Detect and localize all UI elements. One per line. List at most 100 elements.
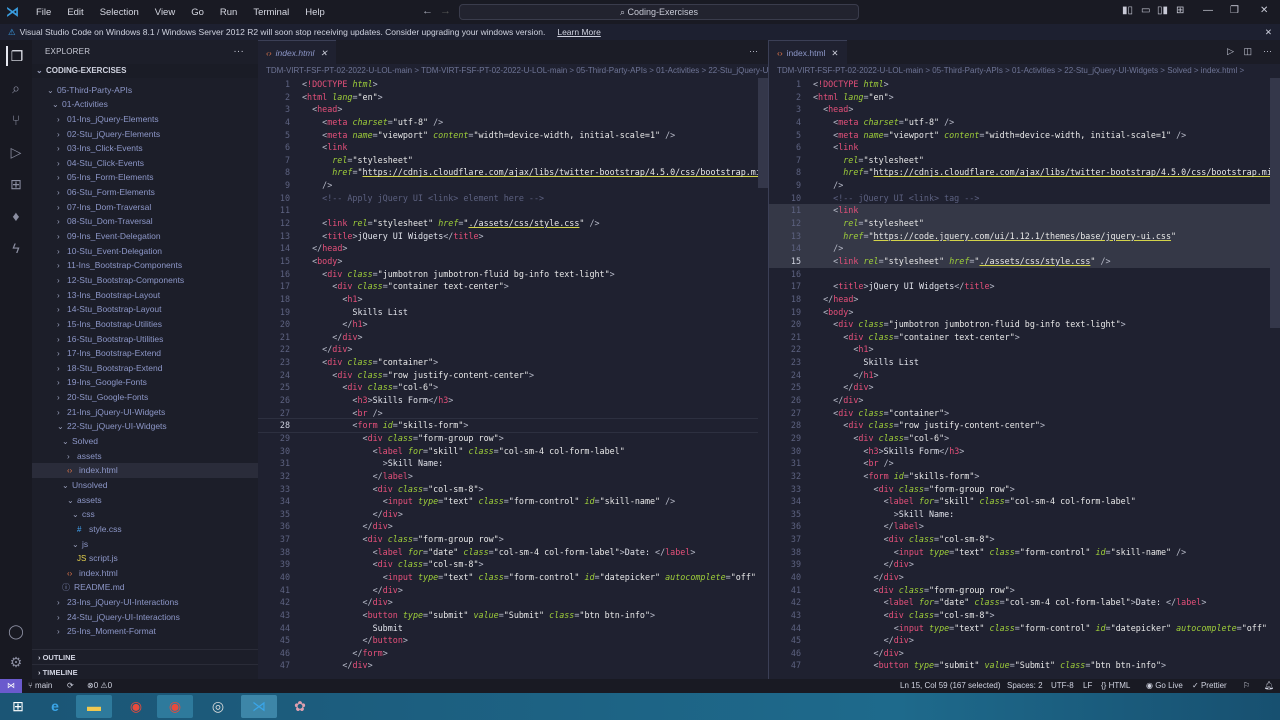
editor-more-button[interactable]: ··· [1263, 46, 1272, 56]
code-line[interactable]: 2 <html lang="en"> [769, 91, 1280, 104]
code-line[interactable]: 33 <div class="form-group row"> [769, 483, 1280, 496]
vscode-taskbar-icon[interactable]: ⋊ [241, 695, 277, 718]
code-line[interactable]: 21 <div class="container text-center"> [769, 331, 1280, 344]
tree-item[interactable]: › 07-Ins_Dom-Traversal [32, 200, 258, 215]
breadcrumb[interactable]: TDM-VIRT-FSF-PT-02-2022-U-LOL-main > 05-… [769, 64, 1280, 78]
code-line[interactable]: 12 rel="stylesheet" [769, 217, 1280, 230]
code-line[interactable]: 23 Skills List [769, 356, 1280, 369]
outline-section[interactable]: › OUTLINE [32, 649, 258, 664]
scrollbar[interactable] [1270, 78, 1280, 679]
tree-item[interactable]: ⌄ 05-Third-Party-APIs [32, 83, 258, 98]
breadcrumb[interactable]: TDM-VIRT-FSF-PT-02-2022-U-LOL-main > TDM… [258, 64, 768, 78]
problems-indicator[interactable]: ⊗0 ⚠0 [87, 679, 112, 693]
code-line[interactable]: 18 </head> [769, 293, 1280, 306]
code-line[interactable]: 14 </head> [258, 242, 768, 255]
code-line[interactable]: 4 <meta charset="utf-8" /> [258, 116, 768, 129]
toggle-sidebar-icon[interactable]: ▮▯ [1122, 5, 1133, 16]
sync-icon[interactable]: ⟳ [67, 679, 74, 693]
remote-icon[interactable]: ⋈ [0, 679, 22, 693]
code-line[interactable]: 47 <button type="submit" value="Submit" … [769, 659, 1280, 672]
code-line[interactable]: 15 <link rel="stylesheet" href="./assets… [769, 254, 1280, 268]
code-line[interactable]: 33 <div class="col-sm-8"> [258, 483, 768, 496]
explorer-icon[interactable]: ❐ [6, 46, 26, 66]
toggle-panel-icon[interactable]: ▭ [1141, 5, 1150, 16]
code-line[interactable]: 31 >Skill Name: [258, 457, 768, 470]
tree-item[interactable]: › 10-Stu_Event-Delegation [32, 244, 258, 259]
code-line[interactable]: 24 <div class="row justify-content-cente… [258, 369, 768, 382]
tree-item[interactable]: ⌄ assets [32, 493, 258, 508]
menu-help[interactable]: Help [297, 7, 333, 18]
code-line[interactable]: 3 <head> [769, 103, 1280, 116]
tree-item[interactable]: # style.css [32, 522, 258, 537]
code-line[interactable]: 8 href="https://cdnjs.cloudflare.com/aja… [258, 166, 768, 179]
code-line[interactable]: 38 <input type="text" class="form-contro… [769, 546, 1280, 559]
scrollbar[interactable] [758, 78, 768, 679]
code-line[interactable]: 20 <div class="jumbotron jumbotron-fluid… [769, 318, 1280, 331]
code-line[interactable]: 21 </div> [258, 331, 768, 344]
indentation[interactable]: Spaces: 2 [1007, 679, 1043, 693]
code-area[interactable]: 1 <!DOCTYPE html> 2 <html lang="en"> 3 <head… [769, 78, 1280, 679]
editor-more-button[interactable]: ··· [749, 46, 758, 56]
tree-item[interactable]: › 08-Stu_Dom-Traversal [32, 214, 258, 229]
menu-terminal[interactable]: Terminal [245, 7, 297, 18]
timeline-section[interactable]: › TIMELINE [32, 664, 258, 679]
tree-item[interactable]: › assets [32, 449, 258, 464]
code-line[interactable]: 16 <div class="jumbotron jumbotron-fluid… [258, 268, 768, 281]
code-line[interactable]: 9 /> [769, 179, 1280, 192]
code-line[interactable]: 17 <div class="container text-center"> [258, 280, 768, 293]
obs-icon[interactable]: ◎ [200, 695, 236, 718]
code-line[interactable]: 30 <label for="skill" class="col-sm-4 co… [258, 445, 768, 458]
code-line[interactable]: 10 <!-- Apply jQuery UI <link> element h… [258, 192, 768, 205]
scrollbar-thumb[interactable] [1270, 78, 1280, 328]
code-line[interactable]: 41 </div> [258, 584, 768, 597]
tree-item[interactable]: › 17-Ins_Bootstrap-Extend [32, 346, 258, 361]
code-line[interactable]: 43 <div class="col-sm-8"> [769, 609, 1280, 622]
chrome-icon[interactable]: ◉ [118, 695, 154, 718]
code-line[interactable]: 45 </div> [769, 634, 1280, 647]
code-line[interactable]: 20 </h1> [258, 318, 768, 331]
code-line[interactable]: 35 </div> [258, 508, 768, 521]
tree-item[interactable]: ⓘ README.md [32, 580, 258, 595]
tree-item[interactable]: › 02-Stu_jQuery-Elements [32, 127, 258, 142]
close-window-icon[interactable]: ✕ [1260, 5, 1268, 16]
tree-item[interactable]: › 09-Ins_Event-Delegation [32, 229, 258, 244]
tree-item[interactable]: › 20-Stu_Google-Fonts [32, 390, 258, 405]
code-line[interactable]: 39 </div> [769, 558, 1280, 571]
menu-edit[interactable]: Edit [59, 7, 91, 18]
tree-item[interactable]: ‹› index.html [32, 463, 258, 478]
code-line[interactable]: 32 </label> [258, 470, 768, 483]
tree-item[interactable]: ⌄ css [32, 507, 258, 522]
restore-icon[interactable]: ❐ [1230, 5, 1239, 16]
tree-item[interactable]: JS script.js [32, 551, 258, 566]
tree-item[interactable]: › 06-Stu_Form-Elements [32, 185, 258, 200]
code-line[interactable]: 13 href="https://code.jquery.com/ui/1.12… [769, 229, 1280, 243]
code-line[interactable]: 22 </div> [258, 343, 768, 356]
toggle-secondary-sidebar-icon[interactable]: ▯▮ [1157, 5, 1168, 16]
code-line[interactable]: 11 <link [769, 204, 1280, 218]
code-line[interactable]: 47 </div> [258, 659, 768, 672]
code-line[interactable]: 34 <label for="skill" class="col-sm-4 co… [769, 495, 1280, 508]
code-line[interactable]: 6 <link [769, 141, 1280, 154]
code-line[interactable]: 1 <!DOCTYPE html> [769, 78, 1280, 91]
menu-selection[interactable]: Selection [92, 7, 147, 18]
tab-index-html[interactable]: ‹› index.html ✕ [769, 40, 847, 64]
code-line[interactable]: 10 <!-- jQuery UI <link> tag --> [769, 192, 1280, 205]
command-center-search[interactable]: ⌕ Coding-Exercises [459, 4, 859, 20]
code-line[interactable]: 38 <label for="date" class="col-sm-4 col… [258, 546, 768, 559]
forward-arrow-icon[interactable]: → [440, 5, 451, 17]
run-icon[interactable]: ▷ [1227, 46, 1234, 57]
tree-item[interactable]: › 25-Ins_Moment-Format [32, 624, 258, 639]
code-line[interactable]: 7 rel="stylesheet" [769, 154, 1280, 167]
code-area[interactable]: 1 <!DOCTYPE html> 2 <html lang="en"> 3 <head… [258, 78, 768, 679]
tree-item[interactable]: › 19-Ins_Google-Fonts [32, 375, 258, 390]
code-line[interactable]: 27 <br /> [258, 407, 768, 420]
code-line[interactable]: 19 <body> [769, 306, 1280, 319]
code-line[interactable]: 43 <button type="submit" value="Submit" … [258, 609, 768, 622]
code-line[interactable]: 3 <head> [258, 103, 768, 116]
language-mode[interactable]: {} HTML [1101, 679, 1130, 693]
menu-go[interactable]: Go [183, 7, 212, 18]
code-line[interactable]: 12 <link rel="stylesheet" href="./assets… [258, 217, 768, 230]
tree-item[interactable]: › 16-Stu_Bootstrap-Utilities [32, 332, 258, 347]
cursor-position[interactable]: Ln 15, Col 59 (167 selected) [900, 679, 1001, 693]
code-line[interactable]: 18 <h1> [258, 293, 768, 306]
